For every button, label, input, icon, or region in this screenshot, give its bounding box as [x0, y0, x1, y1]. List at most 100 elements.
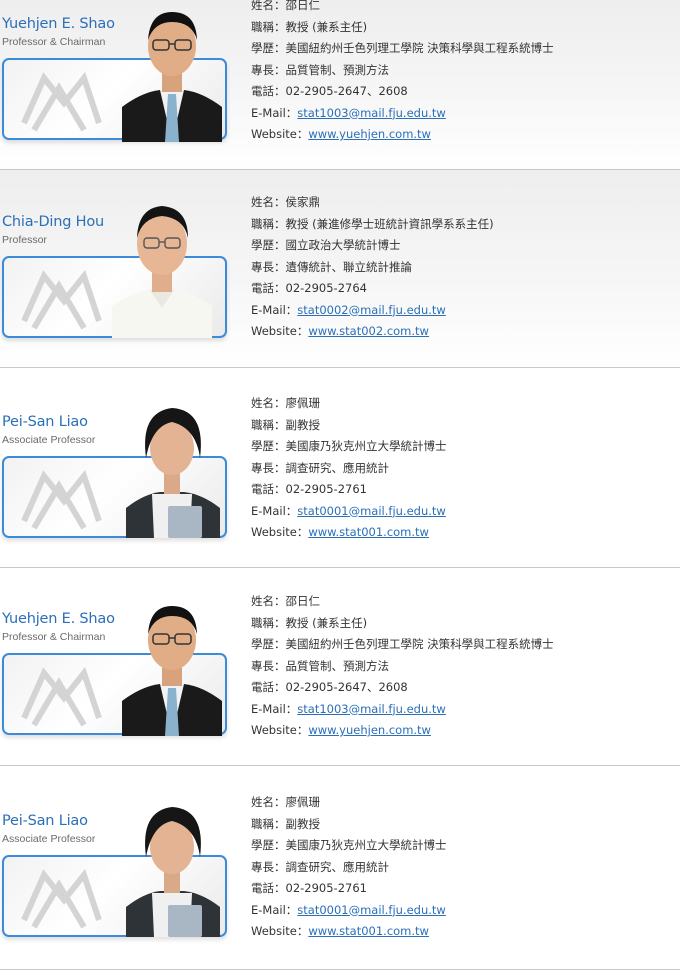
faculty-details: 姓名：廖佩珊 職稱：副教授 學歷：美國康乃狄克州立大學統計博士 專長：調查研究、… [251, 792, 447, 943]
faculty-name-en: Pei-San Liao [2, 414, 88, 430]
entry-divider [0, 969, 680, 970]
name-zh-value: 侯家鼎 [285, 195, 321, 209]
name-zh-row: 姓名：邵日仁 [251, 594, 321, 608]
education-row: 學歷：國立政治大學統計博士 [251, 238, 401, 252]
website-link[interactable]: www.stat001.com.tw [308, 525, 429, 539]
specialty-row: 專長：調查研究、應用統計 [251, 859, 390, 874]
name-zh-value: 邵日仁 [285, 0, 321, 12]
specialty-value: 調查研究、應用統計 [285, 460, 390, 475]
phone-row: 電話：02-2905-2761 [251, 482, 367, 496]
specialty-value: 調查研究、應用統計 [285, 859, 390, 874]
phone-row: 電話：02-2905-2647、2608 [251, 680, 408, 694]
phone-row: 電話：02-2905-2761 [251, 881, 367, 895]
specialty-value: 品質管制、預測方法 [285, 62, 390, 77]
phone-row: 電話：02-2905-2647、2608 [251, 84, 408, 98]
faculty-photo [112, 206, 212, 338]
email-row: E-Mail：stat0002@mail.fju.edu.tw [251, 302, 446, 317]
email-link[interactable]: stat1003@mail.fju.edu.tw [297, 702, 446, 716]
position-value: 教授 (兼進修學士班統計資訊學系系主任) [285, 216, 494, 231]
faculty-entry: Yuehjen E. Shao Professor & Chairman 姓名：… [0, 568, 680, 765]
faculty-photo [126, 807, 220, 937]
position-row: 職稱：教授 (兼進修學士班統計資訊學系系主任) [251, 216, 494, 231]
email-link[interactable]: stat0001@mail.fju.edu.tw [297, 504, 446, 518]
specialty-value: 遺傳統計、聯立統計推論 [285, 259, 413, 274]
position-value: 教授 (兼系主任) [285, 19, 368, 34]
email-row: E-Mail：stat0001@mail.fju.edu.tw [251, 503, 446, 518]
faculty-details: 姓名：廖佩珊 職稱：副教授 學歷：美國康乃狄克州立大學統計博士 專長：調查研究、… [251, 393, 447, 544]
website-row: Website：www.yuehjen.com.tw [251, 723, 431, 737]
name-zh-value: 廖佩珊 [285, 396, 321, 410]
name-zh-row: 姓名：廖佩珊 [251, 795, 321, 809]
email-link[interactable]: stat1003@mail.fju.edu.tw [297, 106, 446, 120]
position-row: 職稱：教授 (兼系主任) [251, 615, 368, 630]
faculty-photo [126, 408, 220, 538]
position-value: 副教授 [285, 816, 321, 831]
website-row: Website：www.stat001.com.tw [251, 525, 429, 539]
faculty-photo [122, 12, 222, 142]
phone-value: 02-2905-2761 [285, 881, 367, 895]
website-row: Website：www.stat002.com.tw [251, 324, 429, 338]
education-value: 美國康乃狄克州立大學統計博士 [285, 439, 447, 453]
education-row: 學歷：美國紐約州壬色列理工學院 決策科學與工程系統博士 [251, 637, 554, 651]
email-link[interactable]: stat0002@mail.fju.edu.tw [297, 303, 446, 317]
department-logo-icon [21, 666, 102, 727]
education-value: 美國康乃狄克州立大學統計博士 [285, 838, 447, 852]
website-row: Website：www.stat001.com.tw [251, 924, 429, 938]
faculty-details: 姓名：侯家鼎 職稱：教授 (兼進修學士班統計資訊學系系主任) 學歷：國立政治大學… [251, 192, 494, 343]
education-value: 美國紐約州壬色列理工學院 決策科學與工程系統博士 [285, 41, 554, 55]
phone-value: 02-2905-2764 [285, 281, 367, 295]
department-logo-icon [21, 469, 102, 530]
position-row: 職稱：教授 (兼系主任) [251, 19, 368, 34]
faculty-entry: Chia-Ding Hou Professor 姓名：侯家鼎 職稱：教授 (兼進… [0, 170, 680, 367]
specialty-row: 專長：品質管制、預測方法 [251, 658, 390, 673]
email-link[interactable]: stat0001@mail.fju.edu.tw [297, 903, 446, 917]
position-value: 教授 (兼系主任) [285, 615, 368, 630]
website-link[interactable]: www.stat001.com.tw [308, 924, 429, 938]
education-row: 學歷：美國康乃狄克州立大學統計博士 [251, 838, 447, 852]
phone-value: 02-2905-2647、2608 [285, 680, 408, 694]
specialty-row: 專長：調查研究、應用統計 [251, 460, 390, 475]
phone-row: 電話：02-2905-2764 [251, 281, 367, 295]
education-row: 學歷：美國紐約州壬色列理工學院 決策科學與工程系統博士 [251, 41, 554, 55]
name-zh-row: 姓名：侯家鼎 [251, 195, 321, 209]
name-zh-row: 姓名：邵日仁 [251, 0, 321, 12]
department-logo-icon [21, 71, 102, 132]
faculty-title-en: Professor & Chairman [2, 36, 106, 48]
phone-value: 02-2905-2761 [285, 482, 367, 496]
faculty-name-en: Chia-Ding Hou [2, 214, 105, 230]
name-zh-value: 邵日仁 [285, 594, 321, 608]
email-row: E-Mail：stat1003@mail.fju.edu.tw [251, 701, 446, 716]
faculty-photo [122, 606, 222, 736]
specialty-value: 品質管制、預測方法 [285, 658, 390, 673]
website-row: Website：www.yuehjen.com.tw [251, 127, 431, 141]
faculty-entry: Pei-San Liao Associate Professor 姓名：廖佩珊 … [0, 766, 680, 969]
faculty-entry: Pei-San Liao Associate Professor 姓名：廖佩珊 … [0, 368, 680, 567]
faculty-details: 姓名：邵日仁 職稱：教授 (兼系主任) 學歷：美國紐約州壬色列理工學院 決策科學… [251, 0, 554, 146]
specialty-row: 專長：品質管制、預測方法 [251, 62, 390, 77]
faculty-title-en: Professor [2, 234, 47, 246]
faculty-name-en: Pei-San Liao [2, 813, 88, 829]
phone-value: 02-2905-2647、2608 [285, 84, 408, 98]
education-value: 國立政治大學統計博士 [285, 238, 401, 252]
name-zh-row: 姓名：廖佩珊 [251, 396, 321, 410]
name-zh-value: 廖佩珊 [285, 795, 321, 809]
website-link[interactable]: www.stat002.com.tw [308, 324, 429, 338]
faculty-details: 姓名：邵日仁 職稱：教授 (兼系主任) 學歷：美國紐約州壬色列理工學院 決策科學… [251, 591, 554, 742]
specialty-row: 專長：遺傳統計、聯立統計推論 [251, 259, 413, 274]
department-logo-icon [21, 868, 102, 929]
faculty-name-en: Yuehjen E. Shao [2, 611, 115, 627]
education-row: 學歷：美國康乃狄克州立大學統計博士 [251, 439, 447, 453]
position-row: 職稱：副教授 [251, 417, 321, 432]
website-link[interactable]: www.yuehjen.com.tw [308, 127, 431, 141]
department-logo-icon [21, 269, 102, 330]
education-value: 美國紐約州壬色列理工學院 決策科學與工程系統博士 [285, 637, 554, 651]
faculty-entry: Yuehjen E. Shao Professor & Chairman 姓名：… [0, 0, 680, 170]
email-row: E-Mail：stat0001@mail.fju.edu.tw [251, 902, 446, 917]
faculty-title-en: Associate Professor [2, 833, 96, 845]
email-row: E-Mail：stat1003@mail.fju.edu.tw [251, 105, 446, 120]
website-link[interactable]: www.yuehjen.com.tw [308, 723, 431, 737]
position-row: 職稱：副教授 [251, 816, 321, 831]
faculty-name-en: Yuehjen E. Shao [2, 16, 115, 32]
faculty-title-en: Associate Professor [2, 434, 96, 446]
position-value: 副教授 [285, 417, 321, 432]
